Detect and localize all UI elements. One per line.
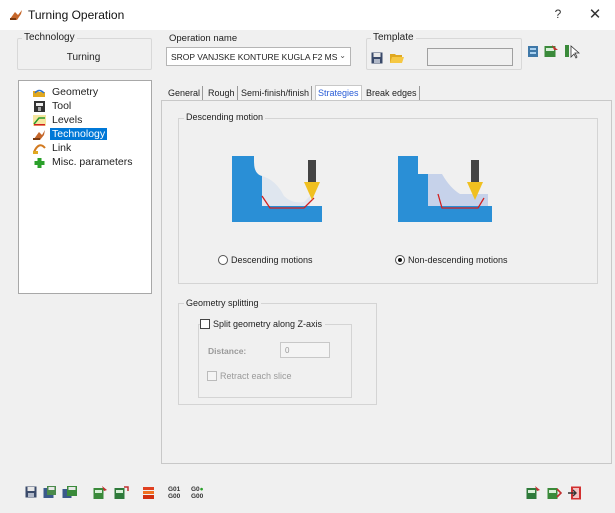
tree-item-label: Misc. parameters (52, 156, 133, 168)
link-icon (33, 143, 46, 154)
save-all-icon[interactable] (62, 486, 77, 500)
descending-motions-radio[interactable] (218, 255, 228, 265)
descending-motions-label: Descending motions (231, 255, 313, 265)
chevron-down-icon[interactable]: ⌄ (339, 51, 346, 60)
database-icon[interactable] (527, 45, 539, 61)
tab-rough[interactable]: Rough (206, 86, 238, 100)
technology-icon (33, 129, 46, 140)
ok-icon[interactable] (526, 486, 540, 500)
tree-item-tool[interactable]: Tool (33, 99, 73, 113)
operation-name-combo[interactable]: SROP VANJSKE KONTURE KUGLA F2 MS ⌄ (166, 47, 351, 66)
export-icon[interactable] (544, 44, 559, 61)
operation-name-label: Operation name (169, 33, 238, 44)
non-descending-motions-label: Non-descending motions (408, 255, 508, 265)
distance-input[interactable]: 0 (280, 342, 330, 358)
split-subgroup (198, 324, 352, 398)
tree-item-levels[interactable]: Levels (33, 113, 84, 127)
retract-label: Retract each slice (220, 371, 292, 381)
tool-icon (33, 100, 46, 112)
g-code-icon[interactable]: G01 G00 (168, 486, 180, 500)
app-icon (9, 9, 23, 24)
save-template-icon[interactable] (371, 52, 383, 67)
operation-tree[interactable]: Geometry Tool Levels Technology Link Mis… (18, 80, 152, 294)
descending-motion-label: Descending motion (184, 112, 266, 122)
g-code-label: G00 (168, 493, 181, 500)
window-title: Turning Operation (28, 8, 125, 22)
stack-icon[interactable] (142, 486, 156, 500)
retract-checkbox[interactable] (207, 371, 217, 381)
tab-general[interactable]: General (166, 86, 204, 100)
geometry-splitting-label: Geometry splitting (184, 298, 261, 308)
tree-item-label: Technology (50, 128, 108, 140)
g-code-label: G01 (168, 486, 181, 493)
save-as-icon[interactable] (43, 486, 57, 500)
retract-option[interactable]: Retract each slice (207, 371, 292, 381)
save-icon[interactable] (25, 486, 39, 500)
descending-motions-illustration (232, 150, 328, 233)
tree-item-link[interactable]: Link (33, 141, 73, 155)
tree-item-technology[interactable]: Technology (33, 127, 108, 141)
technology-group-label: Technology (22, 32, 77, 43)
non-descending-motions-radio[interactable] (395, 255, 405, 265)
geometry-icon (33, 87, 46, 98)
split-geometry-label: Split geometry along Z-axis (213, 319, 323, 329)
non-descending-motions-option[interactable]: Non-descending motions (395, 255, 508, 265)
g-code-label: G00 (191, 493, 204, 500)
tree-item-label: Link (52, 142, 72, 154)
tree-item-label: Tool (52, 100, 72, 112)
g-code-label: G0 (191, 486, 200, 493)
exit-icon[interactable] (568, 486, 582, 500)
tab-break-edges[interactable]: Break edges (364, 86, 420, 100)
calculate-icon[interactable] (93, 486, 107, 500)
tree-item-misc-parameters[interactable]: Misc. parameters (33, 155, 135, 169)
tree-item-label: Geometry (52, 86, 99, 98)
operation-name-value: SROP VANJSKE KONTURE KUGLA F2 MS (171, 52, 338, 62)
help-button[interactable]: ? (548, 7, 568, 23)
g-code-link-icon[interactable]: G0● G00 (191, 486, 204, 500)
template-field[interactable] (427, 48, 513, 66)
levels-icon (33, 114, 46, 126)
pointer-tool-icon[interactable] (564, 44, 581, 62)
close-button[interactable]: ✕ (585, 5, 605, 23)
technology-value: Turning (66, 52, 101, 63)
non-descending-motions-illustration (398, 150, 494, 233)
open-template-icon[interactable] (389, 51, 404, 67)
tree-item-geometry[interactable]: Geometry (33, 85, 100, 99)
tab-strategies[interactable]: Strategies (315, 85, 362, 100)
tree-item-label: Levels (52, 114, 83, 126)
apply-icon[interactable] (547, 486, 563, 500)
tab-semi-finish[interactable]: Semi-finish/finish (239, 86, 313, 100)
template-label: Template (371, 32, 416, 43)
split-geometry-option[interactable]: Split geometry along Z-axis (200, 319, 326, 329)
recalculate-icon[interactable] (114, 486, 129, 500)
plus-icon (33, 157, 46, 168)
split-geometry-checkbox[interactable] (200, 319, 210, 329)
distance-label: Distance: (208, 346, 247, 356)
descending-motions-option[interactable]: Descending motions (218, 255, 313, 265)
